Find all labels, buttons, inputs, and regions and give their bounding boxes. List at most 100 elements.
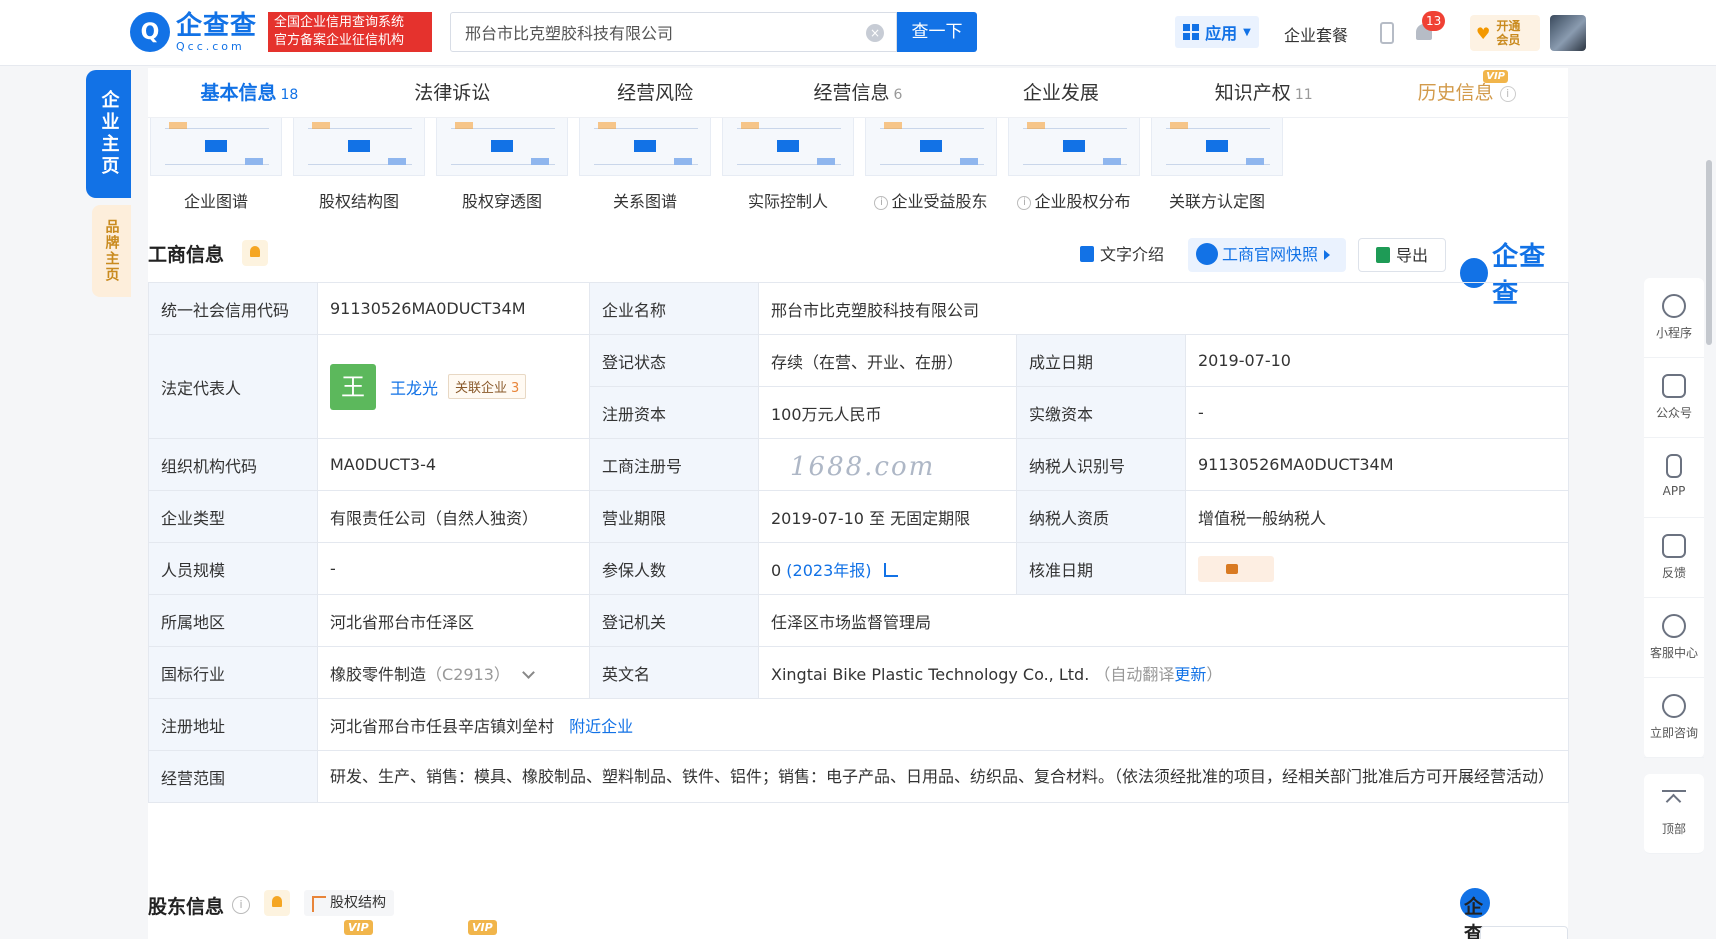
main-tabs: 基本信息 18 法律诉讼 经营风险 经营信息 6 企业发展 知识产权 11 VIP 历史… — [148, 68, 1568, 118]
graph-label: 企业股权分布 — [1034, 192, 1131, 211]
graph-enterprise[interactable]: 企业图谱 — [150, 118, 282, 212]
authority-key: 登记机关 — [589, 594, 759, 647]
nearby-companies-link[interactable]: 附近企业 — [569, 717, 633, 736]
tab-history[interactable]: VIP 历史信息 i — [1365, 68, 1568, 117]
search-button[interactable]: 查一下 — [897, 12, 977, 52]
slogan-line1: 全国企业信用查询系统 — [274, 15, 405, 30]
graph-relationship[interactable]: 关系图谱 — [579, 118, 711, 212]
reg-capital-value: 100万元人民币 — [758, 386, 1017, 439]
taxpayer-id-value[interactable]: 91130526MA0DUCT34M — [1185, 438, 1569, 491]
tab-label: 经营信息 — [813, 82, 890, 104]
annual-report-link[interactable]: (2023年报) — [786, 561, 871, 580]
tab-operation[interactable]: 经营信息 6 — [757, 68, 960, 117]
monitor-bell-icon[interactable] — [264, 890, 290, 916]
document-icon — [1080, 246, 1094, 262]
mobile-phone-icon[interactable] — [1380, 22, 1394, 44]
term-value: 2019-07-10 至 无固定期限 — [758, 490, 1017, 543]
industry-key: 国标行业 — [148, 646, 318, 699]
graph-thumbnail — [1008, 118, 1140, 176]
graph-equity-structure[interactable]: 股权结构图 — [293, 118, 425, 212]
site-logo[interactable]: Q 企查查 Qcc.com — [130, 12, 257, 52]
legal-rep-avatar[interactable]: 王 — [330, 363, 376, 410]
tab-risk[interactable]: 经营风险 — [554, 68, 757, 117]
mini-program-button[interactable]: 小程序 — [1644, 278, 1704, 358]
tab-legal[interactable]: 法律诉讼 — [351, 68, 554, 117]
open-vip-button[interactable]: ♥ 开通会员 — [1470, 15, 1540, 51]
graph-shortcuts: 企业图谱 股权结构图 股权穿透图 关系图谱 实际控制人 i 企业受益股东 i 企业股… — [148, 118, 1568, 218]
export-button[interactable]: 导出 — [1358, 238, 1446, 272]
info-icon[interactable]: i — [232, 896, 250, 914]
tab-basic-info[interactable]: 基本信息 18 — [148, 68, 351, 117]
lock-icon[interactable] — [1198, 555, 1274, 582]
feedback-button[interactable]: 反馈 — [1644, 518, 1704, 598]
search-input[interactable] — [451, 13, 851, 51]
paid-capital-value: - — [1185, 386, 1569, 439]
apps-grid-icon — [1183, 24, 1200, 40]
monitor-bell-icon[interactable] — [242, 240, 268, 266]
link-icon — [1662, 294, 1686, 318]
staff-key: 人员规模 — [148, 542, 318, 595]
tab-label: 经营风险 — [617, 82, 694, 104]
tab-development[interactable]: 企业发展 — [959, 68, 1162, 117]
business-info-header: 工商信息 文字介绍 工商官网快照 导出 企查查 — [148, 236, 1568, 309]
table-row: 企业类型 有限责任公司（自然人独资） 营业期限 2019-07-10 至 无固定… — [148, 490, 1569, 543]
graph-label: 企业受益股东 — [891, 192, 988, 211]
app-button[interactable]: APP — [1644, 438, 1704, 518]
official-snapshot-button[interactable]: 工商官网快照 — [1188, 238, 1346, 272]
apps-label: 应用 — [1205, 24, 1238, 43]
shareholders-action-button[interactable] — [1480, 926, 1568, 939]
graph-equity-distribution[interactable]: i 企业股权分布 — [1008, 118, 1140, 212]
snapshot-label: 工商官网快照 — [1222, 245, 1319, 264]
service-center-button[interactable]: 客服中心 — [1644, 598, 1704, 678]
service-center-label: 客服中心 — [1649, 646, 1698, 660]
legal-rep-link[interactable]: 王龙光 — [390, 375, 438, 399]
status-value: 存续（在营、开业、在册） — [758, 334, 1017, 387]
company-name-value[interactable]: 邢台市比克塑胶科技有限公司 — [758, 282, 1569, 335]
back-to-top-button[interactable]: 顶部 — [1644, 774, 1704, 854]
en-name-value: Xingtai Bike Plastic Technology Co., Ltd… — [771, 664, 1090, 684]
logo-en: Qcc.com — [176, 39, 245, 53]
caret-down-icon: ▼ — [1243, 26, 1251, 38]
chart-icon[interactable] — [883, 562, 898, 577]
user-avatar[interactable] — [1550, 15, 1586, 51]
credit-code-value[interactable]: 91130526MA0DUCT34M — [317, 282, 590, 335]
headset-icon — [1662, 614, 1686, 638]
graph-equity-penetration[interactable]: 股权穿透图 — [436, 118, 568, 212]
official-account-button[interactable]: 公众号 — [1644, 358, 1704, 438]
related-companies-tag[interactable]: 关联企业 3 — [448, 374, 527, 399]
graph-related-party[interactable]: 关联方认定图 — [1151, 118, 1283, 212]
page-scrollbar[interactable] — [1706, 160, 1712, 345]
tab-label: 基本信息 — [200, 82, 277, 104]
industry-cell[interactable]: 橡胶零件制造（C2913） — [317, 646, 590, 699]
chevron-down-icon[interactable] — [522, 665, 535, 679]
approval-key: 核准日期 — [1016, 542, 1186, 595]
approval-cell — [1185, 542, 1569, 595]
equity-structure-button[interactable]: 股权结构 — [304, 890, 394, 916]
tab-count: 18 — [280, 87, 299, 103]
legal-rep-cell: 王 王龙光 关联企业 3 — [317, 334, 590, 439]
side-tab-company-home[interactable]: 企业主页 — [86, 70, 131, 198]
credit-code-key: 统一社会信用代码 — [148, 282, 318, 335]
side-tab-brand-home[interactable]: 品牌主页 — [92, 205, 131, 297]
apps-dropdown[interactable]: 应用 ▼ — [1175, 16, 1259, 48]
clear-search-icon[interactable]: × — [866, 24, 884, 42]
consult-label: 立即咨询 — [1649, 726, 1698, 740]
graph-actual-controller[interactable]: 实际控制人 — [722, 118, 854, 212]
update-link[interactable]: 更新 — [1174, 665, 1206, 684]
graph-thumbnail — [1151, 118, 1283, 176]
consult-button[interactable]: 立即咨询 — [1644, 678, 1704, 758]
graph-beneficial-owner[interactable]: i 企业受益股东 — [865, 118, 997, 212]
type-value: 有限责任公司（自然人独资） — [317, 490, 590, 543]
tab-ip[interactable]: 知识产权 11 — [1162, 68, 1365, 117]
term-key: 营业期限 — [589, 490, 759, 543]
auto-translate-label: （自动翻译 — [1094, 664, 1175, 684]
watermark: 1688.com — [790, 452, 936, 482]
enterprise-suite-link[interactable]: 企业套餐 — [1284, 22, 1348, 46]
notification-badge: 13 — [1422, 11, 1446, 31]
text-intro-button[interactable]: 文字介绍 — [1080, 238, 1164, 272]
insured-value: 0 — [771, 560, 782, 580]
feedback-icon — [1662, 534, 1686, 558]
org-code-value[interactable]: MA0DUCT3-4 — [317, 438, 590, 491]
graph-thumbnail — [150, 118, 282, 176]
insured-key: 参保人数 — [589, 542, 759, 595]
